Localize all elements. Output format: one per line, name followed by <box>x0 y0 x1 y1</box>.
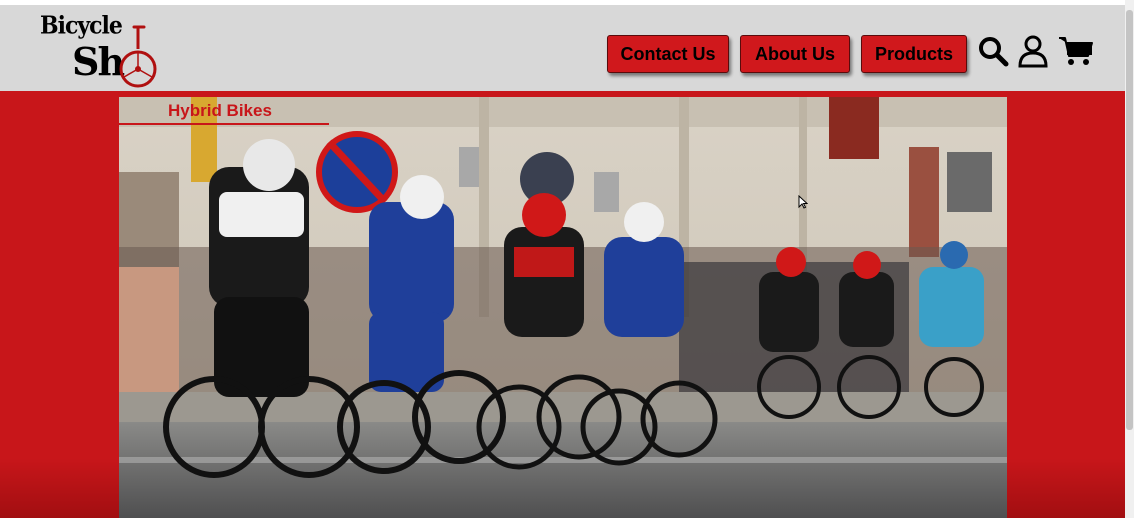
hero-category-label[interactable]: Hybrid Bikes <box>119 99 329 125</box>
user-icon[interactable] <box>1015 33 1051 69</box>
site-header: Bicycle Shp Contact Us About Us Products <box>0 5 1125 129</box>
bicycle-shop-logo[interactable]: Bicycle Shp <box>38 11 168 129</box>
logo-text-bicycle: Bicycle <box>40 11 123 41</box>
mouse-cursor-icon <box>798 194 809 213</box>
hero-section: Hybrid Bikes <box>0 91 1125 518</box>
scrollbar-thumb[interactable] <box>1126 10 1133 430</box>
hero-category-text: Hybrid Bikes <box>168 101 272 120</box>
nav-about-us-button[interactable]: About Us <box>740 35 850 73</box>
nav-products-button[interactable]: Products <box>861 35 967 73</box>
search-icon[interactable] <box>975 33 1011 69</box>
cyclists-hero-image <box>119 97 1007 518</box>
unicycle-wheel-icon <box>119 25 157 88</box>
page-scrollbar[interactable] <box>1125 0 1134 518</box>
nav-contact-us-button[interactable]: Contact Us <box>607 35 729 73</box>
cart-icon[interactable] <box>1056 33 1096 69</box>
